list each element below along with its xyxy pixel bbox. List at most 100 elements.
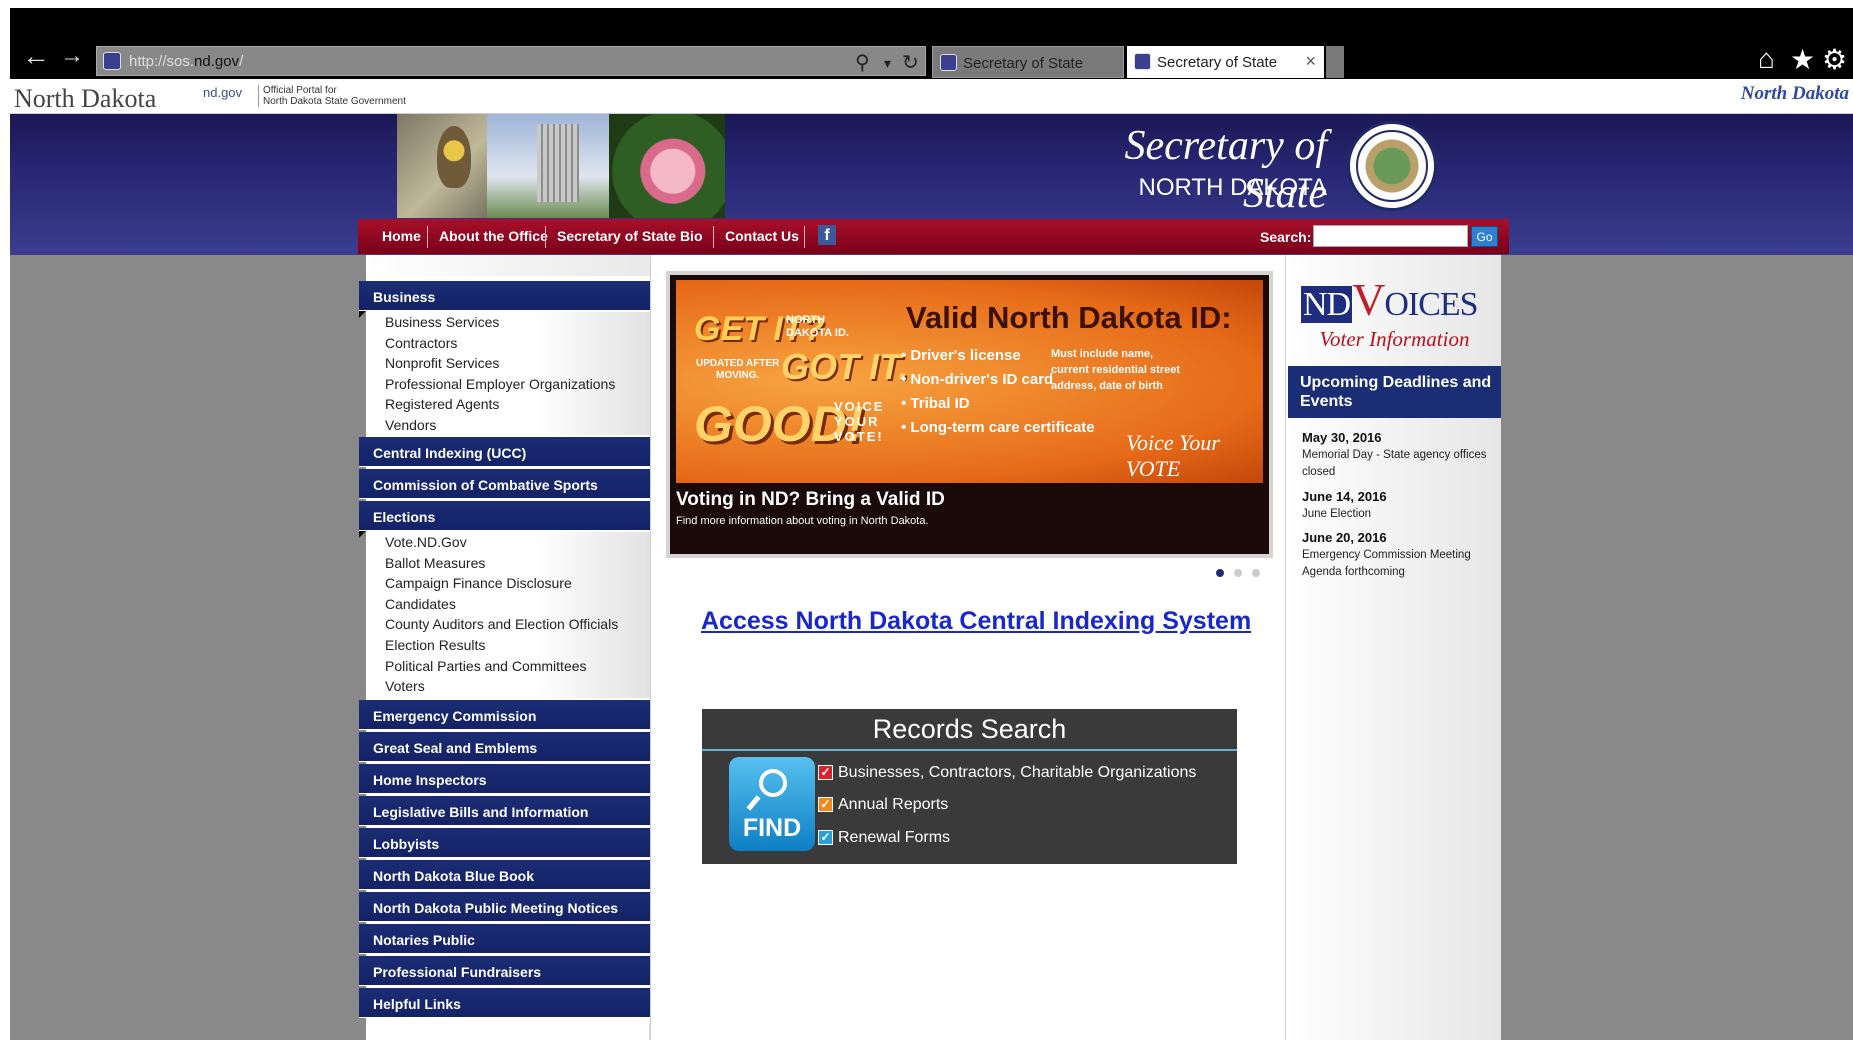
voice-your-vote-logo: Voice Your VOTE xyxy=(1126,430,1220,481)
checkbox-icon: ✓ xyxy=(818,765,833,780)
sidebar-link-voters[interactable]: Voters xyxy=(366,676,650,697)
site-subtitle: NORTH DAKOTA xyxy=(1138,174,1327,201)
sidebar-link-county-auditors[interactable]: County Auditors and Election Officials xyxy=(366,614,650,635)
sidebar-link-business-services[interactable]: Business Services xyxy=(366,312,650,333)
close-tab-icon[interactable]: × xyxy=(1305,51,1316,72)
search-go-button[interactable]: Go xyxy=(1471,226,1498,247)
favorites-star-icon[interactable]: ★ xyxy=(1790,43,1815,76)
refresh-icon[interactable]: ↻ xyxy=(902,50,919,75)
top-navigation: Home About the Office Secretary of State… xyxy=(358,219,1509,254)
voter-id-banner[interactable]: GET IT? NORTH DAKOTA ID. UPDATED AFTER MOV… xyxy=(676,280,1263,483)
event-date: May 30, 2016 xyxy=(1302,430,1382,445)
tab-secretary-of-state-1[interactable]: Secretary of State xyxy=(932,46,1124,78)
records-link-renewal-forms[interactable]: ✓ Renewal Forms xyxy=(818,829,950,847)
address-url[interactable]: http://sos.nd.gov/ xyxy=(129,53,243,70)
great-seal-icon xyxy=(1347,121,1437,211)
sidebar-link-ballot-measures[interactable]: Ballot Measures xyxy=(366,553,650,574)
voter-information-link[interactable]: Voter Information xyxy=(1288,327,1501,352)
address-bar[interactable]: http://sos.nd.gov/ ⚲ ▾ ↻ xyxy=(96,46,926,76)
search-icon[interactable]: ⚲ xyxy=(855,50,870,75)
sidebar-section-business[interactable]: Business xyxy=(359,281,650,318)
sidebar-section-great-seal[interactable]: Great Seal and Emblems xyxy=(359,732,650,762)
event-date: June 14, 2016 xyxy=(1302,489,1387,504)
north-dakota-logo[interactable]: North Dakota xyxy=(1741,83,1849,105)
sidebar-section-blue-book[interactable]: North Dakota Blue Book xyxy=(359,860,650,890)
sidebar-section-legislative-bills[interactable]: Legislative Bills and Information xyxy=(359,796,650,826)
ndgov-logo[interactable]: nd.gov xyxy=(203,85,242,100)
header-photo-collage xyxy=(397,114,725,218)
sidebar-link-vendors[interactable]: Vendors xyxy=(366,415,650,436)
slide-got-it: GOT IT. xyxy=(781,346,909,387)
new-tab-button[interactable] xyxy=(1326,46,1344,78)
slide-caption: Voting in ND? Bring a Valid ID xyxy=(676,489,945,510)
checkbox-icon: ✓ xyxy=(818,830,833,845)
slide-north-dakota-id: NORTH DAKOTA ID. xyxy=(786,314,849,339)
forward-arrow-icon[interactable]: → xyxy=(60,42,84,70)
sidebar-link-contractors[interactable]: Contractors xyxy=(366,333,650,354)
elections-submenu: Vote.ND.Gov Ballot Measures Campaign Fin… xyxy=(366,532,650,698)
sidebar-link-campaign-finance[interactable]: Campaign Finance Disclosure xyxy=(366,573,650,594)
upcoming-deadlines-heading: Upcoming Deadlines and Events xyxy=(1288,366,1501,418)
records-search-panel: Records Search FIND ✓ Businesses, Contra… xyxy=(702,709,1237,864)
event-item: June 20, 2016 Emergency Commission Meeti… xyxy=(1302,530,1497,581)
sidebar-link-political-parties[interactable]: Political Parties and Committees xyxy=(366,656,650,677)
settings-gear-icon[interactable]: ⚙ xyxy=(1822,43,1847,76)
sidebar-section-central-indexing[interactable]: Central Indexing (UCC) xyxy=(359,437,650,467)
voter-id-slideshow[interactable]: GET IT? NORTH DAKOTA ID. UPDATED AFTER MOV… xyxy=(666,271,1273,558)
home-icon[interactable]: ⌂ xyxy=(1758,43,1775,75)
sidebar-section-emergency-commission[interactable]: Emergency Commission xyxy=(359,700,650,730)
sidebar-link-peo[interactable]: Professional Employer Organizations xyxy=(366,374,650,395)
wild-prairie-rose-image xyxy=(609,114,725,218)
portal-state-name[interactable]: North Dakota xyxy=(14,84,156,114)
sidebar-link-nonprofit-services[interactable]: Nonprofit Services xyxy=(366,353,650,374)
slide-voice-your-vote: VOICE YOUR VOTE! xyxy=(834,399,885,444)
sidebar-link-candidates[interactable]: Candidates xyxy=(366,594,650,615)
sidebar-link-election-results[interactable]: Election Results xyxy=(366,635,650,656)
search-label: Search: xyxy=(1260,229,1312,245)
slide-dot-3[interactable] xyxy=(1252,569,1260,577)
sidebar-section-home-inspectors[interactable]: Home Inspectors xyxy=(359,764,650,794)
nav-home[interactable]: Home xyxy=(382,228,421,244)
sidebar-section-helpful-links[interactable]: Helpful Links xyxy=(359,988,650,1018)
event-description: Emergency Commission Meeting Agenda fort… xyxy=(1302,549,1471,578)
nav-secretary-of-state-bio[interactable]: Secretary of State Bio xyxy=(557,228,703,244)
sidebar-section-elections[interactable]: Elections xyxy=(359,501,650,538)
site-title: Secretary of State xyxy=(1124,123,1327,217)
tab-label: Secretary of State xyxy=(1157,54,1278,71)
nd-voices-logo[interactable]: NDVOICES xyxy=(1301,273,1479,326)
slide-requirements: Must include name, current residential st… xyxy=(1051,348,1180,392)
central-indexing-link[interactable]: Access North Dakota Central Indexing Sys… xyxy=(701,607,1251,636)
back-arrow-icon[interactable]: ← xyxy=(22,42,50,70)
slide-dot-2[interactable] xyxy=(1234,569,1242,577)
event-description: Memorial Day - State agency offices clos… xyxy=(1302,449,1487,478)
sidebar-section-public-meeting-notices[interactable]: North Dakota Public Meeting Notices xyxy=(359,892,650,922)
slide-dot-1[interactable] xyxy=(1216,569,1224,577)
sidebar-link-registered-agents[interactable]: Registered Agents xyxy=(366,394,650,415)
browser-window: ← → http://sos.nd.gov/ ⚲ ▾ ↻ Secretary o… xyxy=(0,0,1853,1040)
sidebar-footer xyxy=(366,1022,650,1040)
tab-favicon-icon xyxy=(940,54,957,71)
sidebar-section-combative-sports[interactable]: Commission of Combative Sports xyxy=(359,469,650,499)
site-favicon-icon xyxy=(103,52,121,70)
nav-about-the-office[interactable]: About the Office xyxy=(439,228,548,244)
tab-secretary-of-state-2[interactable]: Secretary of State × xyxy=(1127,46,1324,78)
checkbox-icon: ✓ xyxy=(818,797,833,812)
records-link-businesses[interactable]: ✓ Businesses, Contractors, Charitable Or… xyxy=(818,764,1196,782)
records-link-annual-reports[interactable]: ✓ Annual Reports xyxy=(818,796,948,814)
dropdown-arrow-icon[interactable]: ▾ xyxy=(884,55,891,72)
facebook-icon[interactable]: f xyxy=(818,225,836,245)
sidebar-section-lobbyists[interactable]: Lobbyists xyxy=(359,828,650,858)
records-search-title: Records Search xyxy=(872,714,1067,744)
sidebar-link-vote-nd-gov[interactable]: Vote.ND.Gov xyxy=(366,532,650,553)
sidebar-section-notaries-public[interactable]: Notaries Public xyxy=(359,924,650,954)
capitol-building-image xyxy=(537,124,579,202)
find-button[interactable]: FIND xyxy=(729,757,815,851)
sidebar: Business Business Services Contractors N… xyxy=(359,255,650,1040)
portal-bar: North Dakota nd.gov Official Portal for N… xyxy=(10,79,1853,114)
search-input[interactable] xyxy=(1313,225,1468,247)
event-date: June 20, 2016 xyxy=(1302,530,1387,545)
meadowlark-image xyxy=(437,126,471,188)
sidebar-section-professional-fundraisers[interactable]: Professional Fundraisers xyxy=(359,956,650,986)
nav-contact-us[interactable]: Contact Us xyxy=(725,228,799,244)
event-item: June 14, 2016 June Election xyxy=(1302,489,1497,523)
